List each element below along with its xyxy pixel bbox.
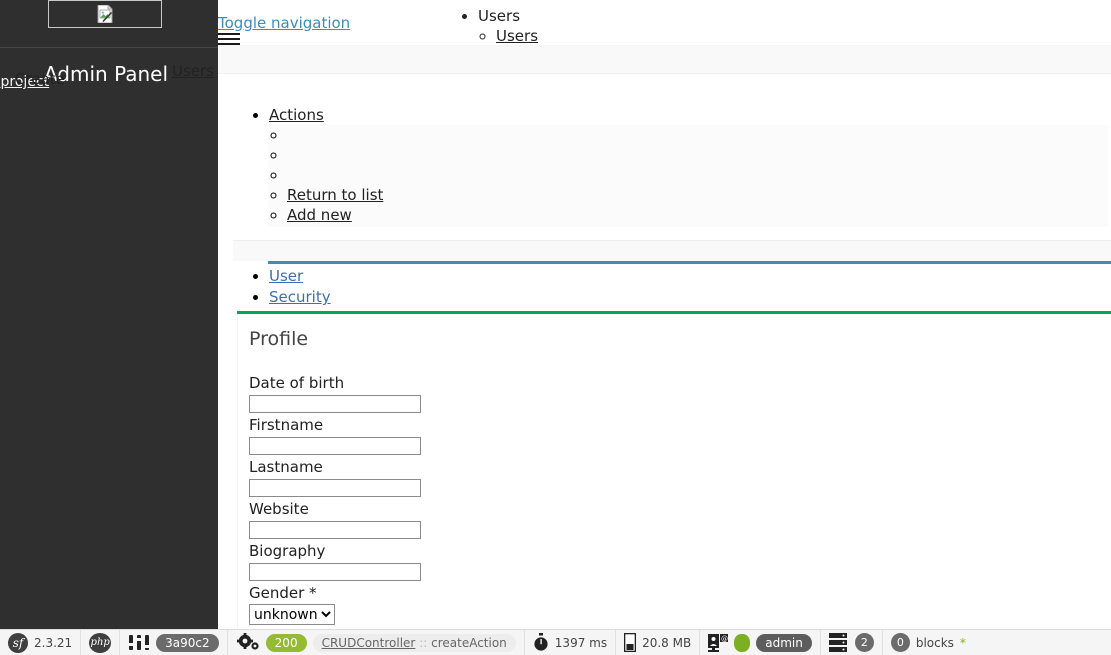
blocks-count-badge: 0 bbox=[890, 633, 910, 652]
toggle-navigation-link[interactable]: Toggle navigation bbox=[218, 14, 350, 32]
top-header: Toggle navigation bbox=[218, 0, 1111, 46]
toolbar-symfony-block[interactable]: sf 2.3.21 bbox=[0, 630, 82, 655]
panel-gray-strip bbox=[233, 241, 1111, 261]
tab-user[interactable]: User bbox=[269, 266, 331, 287]
symfony-version: 2.3.21 bbox=[34, 635, 73, 650]
sidebar-divider bbox=[0, 47, 218, 48]
field-label-biography: Biography bbox=[249, 542, 326, 560]
field-lastname: Lastname bbox=[249, 458, 421, 497]
route-action: createAction bbox=[431, 635, 507, 650]
form-title: Profile bbox=[249, 328, 309, 350]
tabs-list: User Security bbox=[251, 266, 331, 308]
security-icon: @ bbox=[708, 634, 729, 652]
config-hash-badge: 3a90c2 bbox=[156, 633, 219, 652]
tab-security[interactable]: Security bbox=[269, 287, 331, 308]
security-status-dot bbox=[734, 633, 751, 652]
actions-empty-item bbox=[287, 165, 1107, 185]
toolbar-blocks-block[interactable]: 0 blocks * bbox=[883, 630, 974, 655]
profile-form: Profile Date of birth Firstname Lastname… bbox=[237, 314, 1111, 630]
toolbar-database-block[interactable]: 2 bbox=[821, 630, 883, 655]
actions-empty-item bbox=[287, 145, 1107, 165]
field-date-of-birth: Date of birth bbox=[249, 374, 421, 413]
gear-icon bbox=[236, 633, 259, 650]
nav-link-users[interactable]: Users bbox=[496, 27, 538, 45]
lastname-input[interactable] bbox=[249, 478, 421, 497]
website-input[interactable] bbox=[249, 520, 421, 539]
route-badge: CRUDController :: createAction bbox=[312, 633, 516, 652]
actions-list: Actions Return to list Add new bbox=[251, 105, 1107, 225]
security-user-badge: admin bbox=[756, 633, 812, 652]
memory-usage: 20.8 MB bbox=[642, 635, 692, 650]
toolbar-time-block[interactable]: 1397 ms bbox=[525, 630, 617, 655]
field-label-gender: Gender * bbox=[249, 584, 317, 602]
field-gender: Gender * unknownmalefemale bbox=[249, 584, 335, 625]
toolbar-security-block[interactable]: @ admin bbox=[700, 630, 821, 655]
config-icon bbox=[128, 635, 151, 650]
tabs-top-accent-bar bbox=[268, 261, 1111, 264]
biography-input[interactable] bbox=[249, 562, 421, 581]
symfony-logo-icon: sf bbox=[8, 632, 28, 653]
actions-item-add-new[interactable]: Add new bbox=[287, 205, 1107, 225]
sidebar-logo-box[interactable] bbox=[48, 0, 162, 28]
field-label-date-of-birth: Date of birth bbox=[249, 374, 345, 392]
gender-select[interactable]: unknownmalefemale bbox=[249, 604, 335, 625]
blocks-label: blocks bbox=[915, 635, 954, 650]
database-icon bbox=[828, 633, 847, 652]
broken-image-icon bbox=[97, 5, 113, 23]
php-logo-icon: php bbox=[89, 632, 112, 653]
firstname-input[interactable] bbox=[249, 436, 421, 455]
actions-root-item[interactable]: Actions Return to list Add new bbox=[269, 105, 1107, 225]
actions-dropdown: Return to list Add new bbox=[269, 125, 1107, 225]
nav-root-label: Users bbox=[478, 7, 521, 25]
field-label-website: Website bbox=[249, 500, 309, 518]
actions-toggle-link[interactable]: Actions bbox=[269, 106, 324, 124]
breadcrumb-users-link[interactable]: Users bbox=[172, 62, 214, 80]
return-to-list-link[interactable]: Return to list bbox=[287, 186, 383, 204]
route-separator: :: bbox=[419, 635, 428, 650]
field-biography: Biography bbox=[249, 542, 421, 581]
toolbar-memory-block[interactable]: 20.8 MB bbox=[616, 630, 701, 655]
stopwatch-icon bbox=[534, 633, 548, 651]
add-new-link[interactable]: Add new bbox=[287, 206, 352, 224]
breadcrumb-strip bbox=[218, 46, 1111, 74]
field-label-lastname: Lastname bbox=[249, 458, 323, 476]
toolbar-config-block[interactable]: 3a90c2 bbox=[120, 630, 228, 655]
tab-link-security[interactable]: Security bbox=[269, 288, 331, 306]
breadcrumb-create: Create bbox=[15, 70, 65, 88]
request-duration: 1397 ms bbox=[554, 635, 608, 650]
svg-text:@: @ bbox=[721, 635, 728, 643]
route-controller: CRUDController bbox=[321, 635, 416, 650]
nav-item-users[interactable]: Users bbox=[496, 26, 549, 46]
actions-panel: Actions Return to list Add new bbox=[233, 74, 1111, 240]
blocks-star: * bbox=[959, 635, 966, 650]
http-status-badge: 200 bbox=[265, 633, 307, 652]
field-label-firstname: Firstname bbox=[249, 416, 324, 434]
toolbar-php-block[interactable]: php bbox=[81, 630, 121, 655]
actions-item-return-to-list[interactable]: Return to list bbox=[287, 185, 1107, 205]
memory-icon bbox=[624, 633, 637, 652]
actions-empty-item bbox=[287, 125, 1107, 145]
field-firstname: Firstname bbox=[249, 416, 421, 455]
tab-link-user[interactable]: User bbox=[269, 267, 303, 285]
sidebar: Admin Panel onata project bbox=[0, 0, 218, 630]
symfony-debug-toolbar: sf 2.3.21 php 3a90c2 200 CRUDController … bbox=[0, 629, 1111, 655]
query-count-badge: 2 bbox=[854, 633, 874, 652]
toolbar-request-block[interactable]: 200 CRUDController :: createAction bbox=[228, 630, 525, 655]
app-screen: Admin Panel onata project Toggle navigat… bbox=[0, 0, 1111, 655]
field-website: Website bbox=[249, 500, 421, 539]
date-of-birth-input[interactable] bbox=[249, 394, 421, 413]
